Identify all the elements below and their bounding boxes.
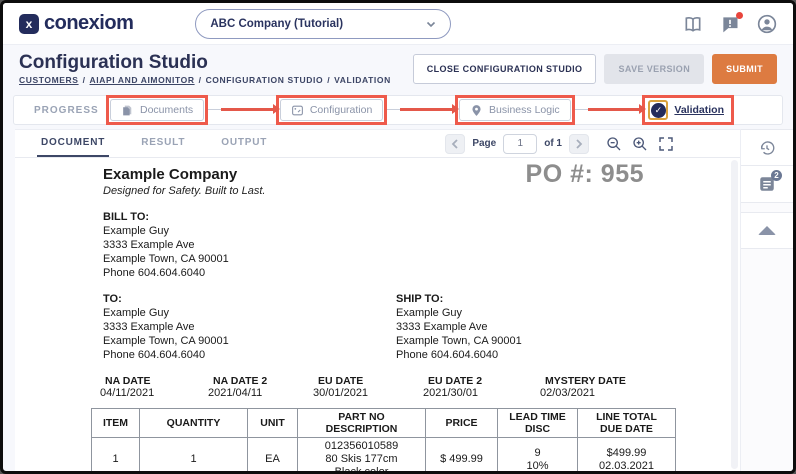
- close-configuration-studio-button[interactable]: CLOSE CONFIGURATION STUDIO: [413, 54, 597, 84]
- business-logic-icon: [470, 104, 483, 117]
- doc-dates-row: NA DATE 04/11/2021 NA DATE 2 2021/04/11 …: [100, 375, 626, 399]
- progress-arrow-1: [208, 103, 276, 117]
- doc-line-items-table: ITEM QUANTITY UNIT PART NO DESCRIPTION P…: [91, 408, 676, 471]
- progress-label: PROGRESS: [34, 105, 106, 116]
- company-selector-value: ABC Company (Tutorial): [210, 18, 343, 30]
- fullscreen-icon[interactable]: [658, 136, 674, 152]
- doc-date: EU DATE 2 2021/30/01: [423, 375, 540, 399]
- zoom-in-icon[interactable]: [632, 136, 648, 152]
- submit-button[interactable]: SUBMIT: [712, 54, 777, 84]
- doc-tagline: Designed for Safety. Built to Last.: [103, 185, 265, 197]
- doc-bill-to: BILL TO: Example Guy 3333 Example Ave Ex…: [103, 210, 229, 280]
- document-viewer: DOCUMENT RESULT OUTPUT Page of 1: [15, 129, 740, 471]
- table-row: 1 1 EA 012356010589 80 Skis 177cm Black …: [92, 438, 676, 472]
- notes-badge: 2: [771, 170, 782, 181]
- top-bar: x conexiom ABC Company (Tutorial): [3, 3, 793, 45]
- page-header: Configuration Studio CUSTOMERS/AIAPI AND…: [3, 46, 793, 92]
- viewer-tabs: DOCUMENT RESULT OUTPUT: [37, 130, 299, 157]
- validation-icon: ✓: [648, 100, 668, 120]
- top-bar-icons: [683, 14, 777, 34]
- progress-step-label: Configuration: [310, 104, 372, 116]
- user-avatar-icon[interactable]: [757, 14, 777, 34]
- progress-step-configuration[interactable]: Configuration: [280, 99, 383, 121]
- feedback-icon[interactable]: [720, 14, 740, 34]
- progress-arrow-2: [387, 103, 455, 117]
- doc-date: NA DATE 04/11/2021: [100, 375, 208, 399]
- right-sidebar: 2: [740, 129, 793, 471]
- viewer-toolbar: DOCUMENT RESULT OUTPUT Page of 1: [15, 130, 740, 158]
- company-selector[interactable]: ABC Company (Tutorial): [195, 9, 451, 39]
- docs-book-icon[interactable]: [683, 14, 703, 34]
- page-navigation: Page of 1: [445, 134, 674, 154]
- documents-icon: [121, 104, 134, 117]
- tab-output[interactable]: OUTPUT: [217, 130, 271, 157]
- progress-step-label: Business Logic: [489, 104, 560, 116]
- chevron-right-icon: [574, 139, 584, 149]
- progress-bar: PROGRESS Documents Configuration: [13, 95, 783, 125]
- table-header-row: ITEM QUANTITY UNIT PART NO DESCRIPTION P…: [92, 409, 676, 438]
- progress-step-label: Documents: [140, 104, 193, 116]
- document-page: Example Company Designed for Safety. Bui…: [15, 158, 740, 471]
- tab-result[interactable]: RESULT: [137, 130, 189, 157]
- collapse-button[interactable]: [741, 212, 793, 249]
- doc-company-name: Example Company: [103, 166, 237, 183]
- doc-date: MYSTERY DATE 02/03/2021: [540, 375, 626, 399]
- header-actions: CLOSE CONFIGURATION STUDIO SAVE VERSION …: [413, 54, 777, 84]
- progress-arrow-3: [575, 103, 643, 117]
- doc-ship-to: SHIP TO: Example Guy 3333 Example Ave Ex…: [396, 292, 522, 362]
- annotation-box-validation: ✓ Validation: [642, 95, 734, 125]
- annotation-box-business-logic: Business Logic: [455, 95, 575, 125]
- history-icon: [758, 139, 776, 157]
- doc-date: EU DATE 30/01/2021: [313, 375, 423, 399]
- progress-step-documents[interactable]: Documents: [110, 99, 204, 121]
- breadcrumb-config-studio: CONFIGURATION STUDIO: [206, 75, 324, 85]
- next-page-button[interactable]: [569, 134, 589, 154]
- breadcrumb-validation: VALIDATION: [334, 75, 391, 85]
- breadcrumb-customers[interactable]: CUSTOMERS: [19, 75, 79, 85]
- conexiom-logo-icon: x: [19, 14, 39, 34]
- doc-po-number: PO #: 955: [526, 160, 644, 189]
- save-version-button[interactable]: SAVE VERSION: [604, 54, 704, 84]
- progress-step-business-logic[interactable]: Business Logic: [459, 99, 571, 121]
- annotation-box-configuration: Configuration: [276, 95, 387, 125]
- history-button[interactable]: [741, 129, 793, 166]
- conexiom-logo: x conexiom: [19, 12, 133, 35]
- doc-to: TO: Example Guy 3333 Example Ave Example…: [103, 292, 229, 362]
- viewer-scrollbar[interactable]: [731, 160, 738, 469]
- chevron-left-icon: [450, 139, 460, 149]
- progress-step-label: Validation: [674, 104, 724, 116]
- tab-document[interactable]: DOCUMENT: [37, 130, 109, 157]
- progress-step-validation[interactable]: ✓ Validation: [646, 99, 730, 121]
- annotation-box-documents: Documents: [106, 95, 208, 125]
- zoom-out-icon[interactable]: [606, 136, 622, 152]
- breadcrumb: CUSTOMERS/AIAPI AND AIMONITOR/CONFIGURAT…: [19, 75, 391, 85]
- triangle-icon: [758, 226, 776, 235]
- chevron-down-icon: [426, 19, 436, 29]
- conexiom-logo-text: conexiom: [44, 12, 133, 35]
- notification-dot: [736, 12, 743, 19]
- app-window: x conexiom ABC Company (Tutorial) Config…: [0, 0, 796, 474]
- page-title: Configuration Studio: [19, 53, 391, 73]
- page-label: Page: [472, 138, 496, 149]
- notes-button[interactable]: 2: [741, 166, 793, 203]
- previous-page-button[interactable]: [445, 134, 465, 154]
- doc-date: NA DATE 2 2021/04/11: [208, 375, 313, 399]
- page-number-input[interactable]: [503, 134, 537, 154]
- page-count-label: of 1: [544, 138, 562, 149]
- breadcrumb-aiapi[interactable]: AIAPI AND AIMONITOR: [90, 75, 195, 85]
- configuration-icon: [291, 104, 304, 117]
